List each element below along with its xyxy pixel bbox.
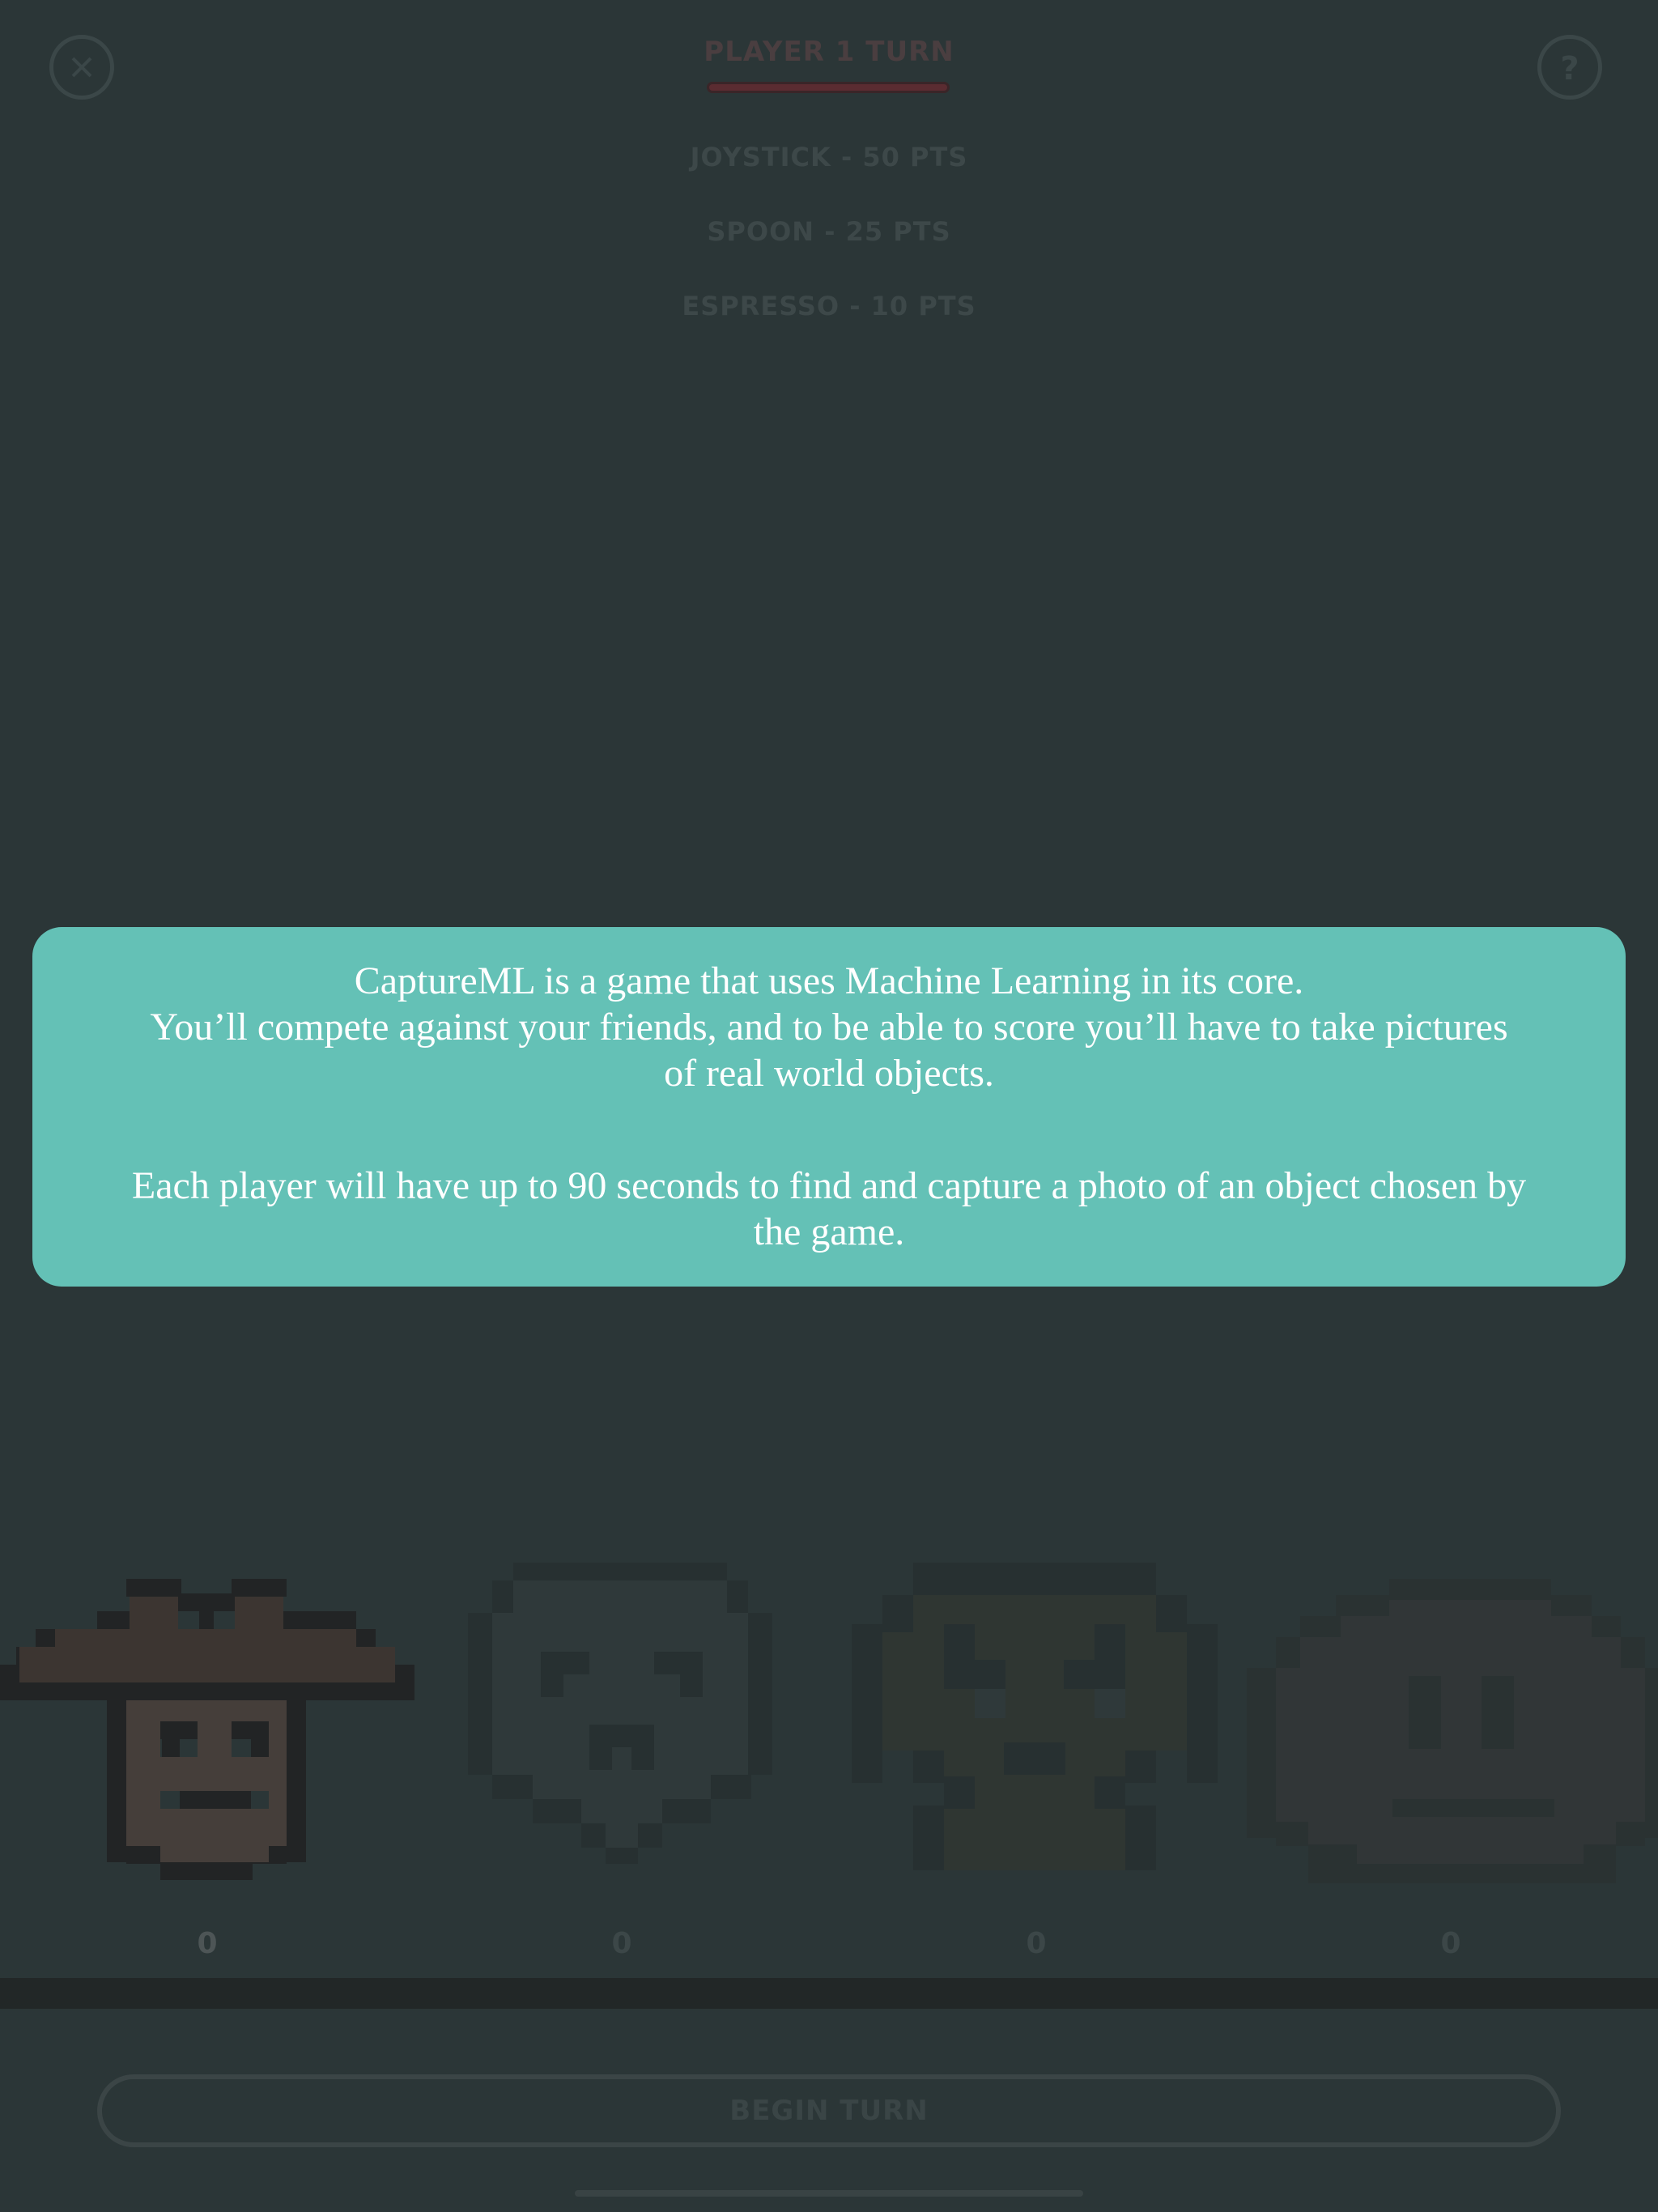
svg-text:?: ?: [1560, 50, 1579, 87]
player-4-score: 0: [1440, 1927, 1461, 1960]
alien-avatar[interactable]: [468, 1563, 776, 1870]
objective-list: JOYSTICK - 50 PTS SPOON - 25 PTS ESPRESS…: [546, 142, 1112, 365]
close-icon: [71, 57, 92, 78]
player-3-score: 0: [1026, 1927, 1047, 1960]
divider-bar: [0, 1978, 1658, 2009]
robot-avatar[interactable]: [852, 1563, 1218, 1870]
game-screen: PLAYER 1 TURN ? JOYSTICK - 50 PTS SPOON …: [0, 0, 1658, 2212]
help-button[interactable]: ?: [1537, 35, 1602, 100]
begin-turn-button[interactable]: BEGIN TURN: [97, 2074, 1561, 2147]
close-button[interactable]: [49, 35, 114, 100]
dialog-paragraph-2: Each player will have up to 90 seconds t…: [131, 1164, 1527, 1253]
dialog-paragraph-1-text: CaptureML is a game that uses Machine Le…: [150, 959, 1508, 1095]
player-2-score: 0: [611, 1927, 632, 1960]
question-icon: ?: [1560, 50, 1579, 87]
pirate-avatar[interactable]: [0, 1579, 414, 1887]
objective-item: ESPRESSO - 10 PTS: [682, 291, 976, 321]
objective-item: JOYSTICK - 50 PTS: [690, 142, 968, 172]
objective-item: SPOON - 25 PTS: [707, 216, 951, 247]
turn-timer-bar: [707, 82, 950, 93]
turn-title: PLAYER 1 TURN: [704, 36, 954, 68]
home-indicator[interactable]: [575, 2190, 1083, 2197]
dialog-paragraph-1: CaptureML is a game that uses Machine Le…: [130, 958, 1528, 1096]
info-dialog[interactable]: CaptureML is a game that uses Machine Le…: [32, 927, 1626, 1287]
blob-avatar[interactable]: [1247, 1579, 1658, 1887]
player-1-score: 0: [197, 1927, 218, 1960]
